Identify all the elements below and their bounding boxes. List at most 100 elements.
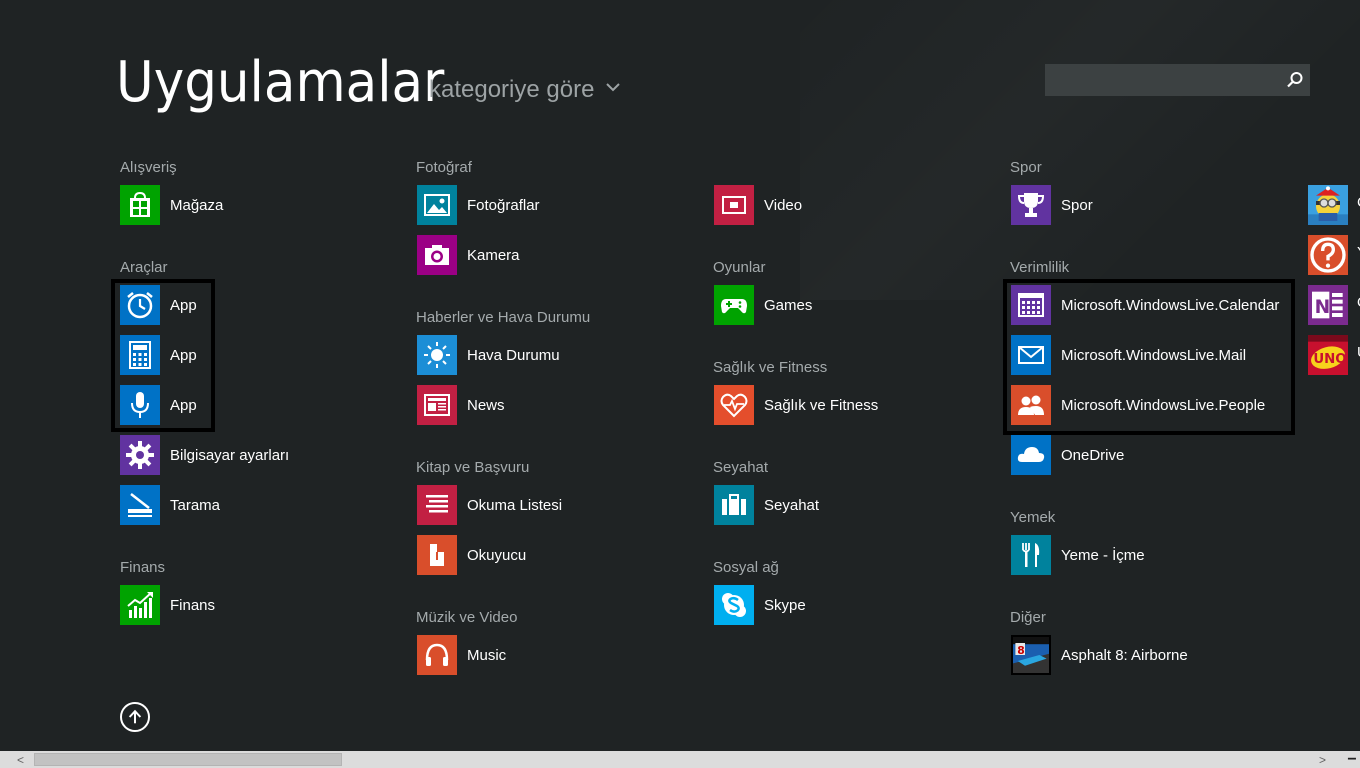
- camera-icon: [417, 235, 457, 275]
- group-header-news-weather: Haberler ve Hava Durumu: [416, 309, 591, 326]
- app-label: App: [170, 296, 197, 314]
- search-icon[interactable]: [1286, 71, 1304, 89]
- app-camera[interactable]: Kamera: [417, 235, 520, 275]
- group-header-games: Oyunlar: [713, 259, 766, 276]
- headphones-icon: [417, 635, 457, 675]
- heart-pulse-icon: [714, 385, 754, 425]
- app-games[interactable]: Games: [714, 285, 812, 325]
- back-to-start-button[interactable]: [120, 702, 150, 732]
- help-icon[interactable]: [1308, 235, 1348, 275]
- onenote-icon[interactable]: N: [1308, 285, 1348, 325]
- app-label: Hava Durumu: [467, 346, 560, 364]
- alarm-clock-icon: [120, 285, 160, 325]
- app-label: Video: [764, 196, 803, 214]
- group-header-tools: Araçlar: [120, 259, 168, 276]
- app-travel[interactable]: Seyahat: [714, 485, 819, 525]
- app-calendar[interactable]: Microsoft.WindowsLive.Calendar: [1011, 285, 1279, 325]
- app-label: Finans: [170, 596, 216, 614]
- app-label: Spor: [1061, 196, 1093, 214]
- search-input[interactable]: [1045, 64, 1275, 96]
- group-header-health: Sağlık ve Fitness: [713, 359, 828, 376]
- app-label: Kamera: [467, 246, 520, 264]
- app-music[interactable]: Music: [417, 635, 506, 675]
- group-header-other: Diğer: [1010, 609, 1046, 626]
- app-label: Okuyucu: [467, 546, 527, 564]
- app-label: Games: [764, 296, 813, 314]
- app-reader[interactable]: Okuyucu: [417, 535, 526, 575]
- app-finance[interactable]: Finans: [120, 585, 215, 625]
- trophy-icon: [1011, 185, 1051, 225]
- zoom-out-button[interactable]: −: [1344, 751, 1360, 768]
- svg-text:8: 8: [1017, 644, 1025, 657]
- group-header-sport: Spor: [1010, 159, 1042, 176]
- photo-icon: [417, 185, 457, 225]
- app-label: News: [467, 396, 505, 414]
- group-header-books: Kitap ve Başvuru: [416, 459, 530, 476]
- app-label: Tarama: [170, 496, 221, 514]
- group-header-social: Sosyal ağ: [713, 559, 779, 576]
- app-label: Fotoğraflar: [467, 196, 540, 214]
- people-icon: [1011, 385, 1051, 425]
- app-news[interactable]: News: [417, 385, 505, 425]
- app-label: Microsoft.WindowsLive.Mail: [1061, 346, 1247, 364]
- microphone-icon: [120, 385, 160, 425]
- gear-icon: [120, 435, 160, 475]
- group-header-food: Yemek: [1010, 509, 1056, 526]
- app-store[interactable]: Mağaza: [120, 185, 223, 225]
- app-video[interactable]: Video: [714, 185, 802, 225]
- calendar-icon: [1011, 285, 1051, 325]
- app-label: App: [170, 346, 197, 364]
- gamepad-icon: [714, 285, 754, 325]
- background-decoration: [800, 0, 1360, 300]
- app-onedrive[interactable]: OneDrive: [1011, 435, 1124, 475]
- app-asphalt-8[interactable]: 8 Asphalt 8: Airborne: [1011, 635, 1188, 675]
- search-box[interactable]: [1045, 64, 1310, 96]
- scroll-right-button[interactable]: >: [1314, 751, 1331, 768]
- app-voice-recorder[interactable]: App: [120, 385, 197, 425]
- app-pc-settings[interactable]: Bilgisayar ayarları: [120, 435, 289, 475]
- app-label: Seyahat: [764, 496, 820, 514]
- mail-icon: [1011, 335, 1051, 375]
- app-label: App: [170, 396, 197, 414]
- scroll-left-button[interactable]: <: [12, 751, 29, 768]
- scrollbar-thumb[interactable]: [34, 753, 342, 766]
- page-title: Uygulamalar: [116, 50, 445, 115]
- app-food-drink[interactable]: Yeme - İçme: [1011, 535, 1145, 575]
- svg-text:N: N: [1315, 297, 1331, 318]
- app-people[interactable]: Microsoft.WindowsLive.People: [1011, 385, 1265, 425]
- asphalt-game-icon: 8: [1011, 635, 1051, 675]
- skype-icon: [714, 585, 754, 625]
- app-skype[interactable]: Skype: [714, 585, 806, 625]
- fork-knife-icon: [1011, 535, 1051, 575]
- sort-by-category-button[interactable]: kategoriye göre: [429, 76, 621, 104]
- store-icon: [120, 185, 160, 225]
- app-calculator[interactable]: App: [120, 335, 197, 375]
- app-label: Yeme - İçme: [1061, 546, 1145, 564]
- app-scan[interactable]: Tarama: [120, 485, 220, 525]
- group-header-productivity: Verimlilik: [1010, 259, 1070, 276]
- group-header-photo: Fotoğraf: [416, 159, 472, 176]
- app-label: OneDrive: [1061, 446, 1125, 464]
- reader-icon: [417, 535, 457, 575]
- reading-list-icon: [417, 485, 457, 525]
- app-health-fitness[interactable]: Sağlık ve Fitness: [714, 385, 878, 425]
- app-photos[interactable]: Fotoğraflar: [417, 185, 540, 225]
- uno-game-icon[interactable]: UNO: [1308, 335, 1348, 375]
- group-header-travel: Seyahat: [713, 459, 769, 476]
- app-alarms[interactable]: App: [120, 285, 197, 325]
- app-label: Asphalt 8: Airborne: [1061, 646, 1188, 664]
- video-icon: [714, 185, 754, 225]
- minion-game-icon[interactable]: [1308, 185, 1348, 225]
- horizontal-scrollbar[interactable]: < > −: [0, 751, 1360, 768]
- suitcase-icon: [714, 485, 754, 525]
- app-label: Bilgisayar ayarları: [170, 446, 290, 464]
- arrow-up-icon: [128, 709, 142, 724]
- app-label: Music: [467, 646, 507, 664]
- app-reading-list[interactable]: Okuma Listesi: [417, 485, 562, 525]
- app-sport[interactable]: Spor: [1011, 185, 1093, 225]
- app-label: Microsoft.WindowsLive.People: [1061, 396, 1266, 414]
- app-weather[interactable]: Hava Durumu: [417, 335, 560, 375]
- app-label: Sağlık ve Fitness: [764, 396, 879, 414]
- app-mail[interactable]: Microsoft.WindowsLive.Mail: [1011, 335, 1246, 375]
- svg-text:UNO: UNO: [1313, 352, 1346, 367]
